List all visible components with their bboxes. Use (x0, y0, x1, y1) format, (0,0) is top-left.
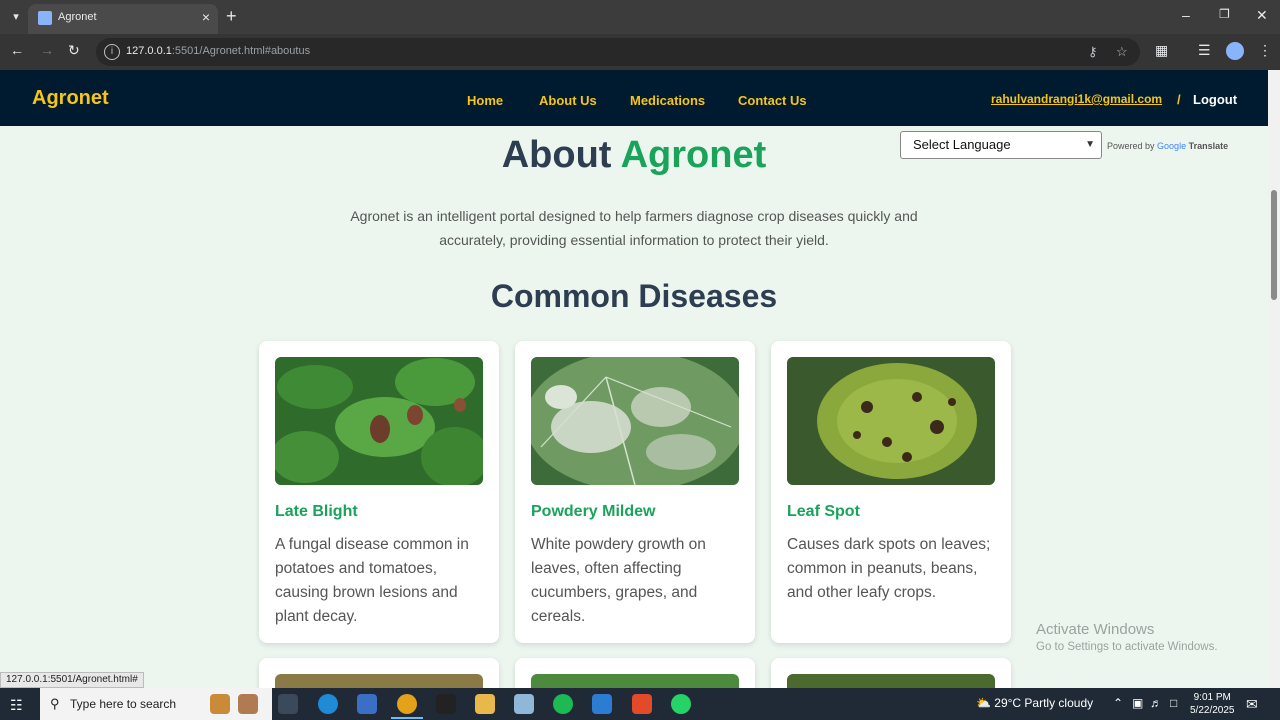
favicon-icon (38, 11, 52, 25)
leaf-spot-image (787, 357, 995, 485)
activate-windows-watermark: Activate Windows Go to Settings to activ… (1036, 621, 1218, 653)
menu-icon[interactable]: ⋮ (1258, 42, 1272, 59)
task-view-icon[interactable] (278, 694, 298, 714)
disease-image (787, 674, 995, 688)
search-icon: ⚲ (50, 696, 60, 711)
scrollbar-thumb[interactable] (1271, 190, 1277, 300)
disease-card: Late Blight A fungal disease common in p… (259, 341, 499, 643)
page-viewport: Agronet Home About Us Medications Contac… (0, 70, 1268, 688)
media-icon[interactable]: ☰ (1198, 42, 1211, 59)
close-window-icon[interactable]: ✕ (1256, 7, 1268, 24)
taskbar-clock[interactable]: 9:01 PM 5/22/2025 (1190, 691, 1235, 717)
logout-link[interactable]: Logout (1193, 92, 1237, 107)
nav-about-us[interactable]: About Us (539, 93, 597, 108)
site-info-icon[interactable]: i (104, 44, 120, 60)
windows-start-icon[interactable]: ☷ (10, 697, 23, 714)
disease-card-partial (771, 658, 1011, 688)
notes-app-icon[interactable] (514, 694, 534, 714)
disease-image (531, 674, 739, 688)
header-separator: / (1177, 92, 1181, 107)
browser-tabstrip: ▾ Agronet × + – ❐ ✕ (0, 0, 1280, 34)
disease-card-partial (259, 658, 499, 688)
card-title: Leaf Spot (787, 503, 860, 520)
disease-image (275, 674, 483, 688)
tray-chevron-icon[interactable]: ⌃ (1113, 696, 1123, 710)
books-app-icon[interactable] (210, 694, 230, 714)
about-heading: About Agronet (501, 134, 767, 176)
weather-widget[interactable]: ⛅ 29°C Partly cloudy (976, 696, 1093, 710)
diseases-heading: Common Diseases (490, 278, 778, 314)
minimize-icon[interactable]: – (1182, 7, 1190, 23)
disease-card: Powdery Mildew White powdery growth on l… (515, 341, 755, 643)
site-header: Agronet Home About Us Medications Contac… (0, 70, 1268, 126)
hat-app-icon[interactable] (238, 694, 258, 714)
terminal-icon[interactable] (436, 694, 456, 714)
taskbar-search-placeholder: Type here to search (70, 697, 177, 711)
powdery-mildew-image (531, 357, 739, 485)
new-tab-icon[interactable]: + (226, 6, 237, 27)
nav-home[interactable]: Home (467, 93, 503, 108)
edge-icon[interactable] (318, 694, 338, 714)
tab-search-icon[interactable]: ▾ (8, 9, 24, 25)
card-title: Late Blight (275, 503, 358, 520)
volume-icon[interactable]: ♬ (1150, 696, 1162, 710)
key-icon[interactable]: ⚷ (1088, 44, 1098, 60)
tab-title: Agronet (58, 11, 97, 23)
reload-icon[interactable]: ↻ (68, 42, 80, 59)
card-description: White powdery growth on leaves, often af… (531, 536, 706, 625)
browser-toolbar: ← → ↻ i 127.0.0.1:5501/Agronet.html#abou… (0, 34, 1280, 70)
active-app-indicator (391, 717, 423, 719)
nav-contact-us[interactable]: Contact Us (738, 93, 807, 108)
vscode-icon[interactable] (592, 694, 612, 714)
file-explorer-icon[interactable] (475, 694, 495, 714)
profile-avatar[interactable] (1226, 42, 1244, 60)
late-blight-image (275, 357, 483, 485)
extensions-icon[interactable]: ▦ (1155, 42, 1168, 59)
brave-icon[interactable] (632, 694, 652, 714)
brand-logo[interactable]: Agronet (32, 87, 109, 110)
spotify-icon[interactable] (553, 694, 573, 714)
back-icon[interactable]: ← (10, 42, 24, 58)
about-intro: Agronet is an intelligent portal designe… (350, 208, 918, 248)
maximize-icon[interactable]: ❐ (1219, 7, 1230, 21)
whatsapp-icon[interactable] (671, 694, 691, 714)
user-email-link[interactable]: rahulvandrangi1k@gmail.com (991, 92, 1162, 106)
network-icon[interactable]: □ (1170, 696, 1177, 710)
notification-icon[interactable]: ✉ (1246, 696, 1258, 713)
nav-medications[interactable]: Medications (630, 93, 705, 108)
url-text[interactable]: 127.0.0.1:5501/Agronet.html#aboutus (126, 45, 310, 57)
store-icon[interactable] (357, 694, 377, 714)
card-title: Powdery Mildew (531, 503, 656, 520)
meet-icon[interactable]: ▣ (1132, 696, 1143, 710)
bookmark-star-icon[interactable]: ☆ (1116, 44, 1128, 60)
page-scrollbar[interactable] (1268, 70, 1280, 688)
chrome-icon[interactable] (397, 694, 417, 714)
disease-card-partial (515, 658, 755, 688)
close-tab-icon[interactable]: × (202, 9, 210, 25)
address-bar[interactable]: i 127.0.0.1:5501/Agronet.html#aboutus ⚷ … (96, 38, 1140, 66)
status-bar-url: 127.0.0.1:5501/Agronet.html# (0, 672, 144, 688)
card-description: A fungal disease common in potatoes and … (275, 536, 469, 625)
disease-card: Leaf Spot Causes dark spots on leaves; c… (771, 341, 1011, 643)
card-description: Causes dark spots on leaves; common in p… (787, 536, 991, 601)
windows-taskbar: ☷ ⚲ Type here to search ⛅ 29°C Partly cl… (0, 688, 1280, 720)
browser-tab[interactable]: Agronet × (28, 4, 218, 34)
forward-icon[interactable]: → (40, 42, 54, 58)
